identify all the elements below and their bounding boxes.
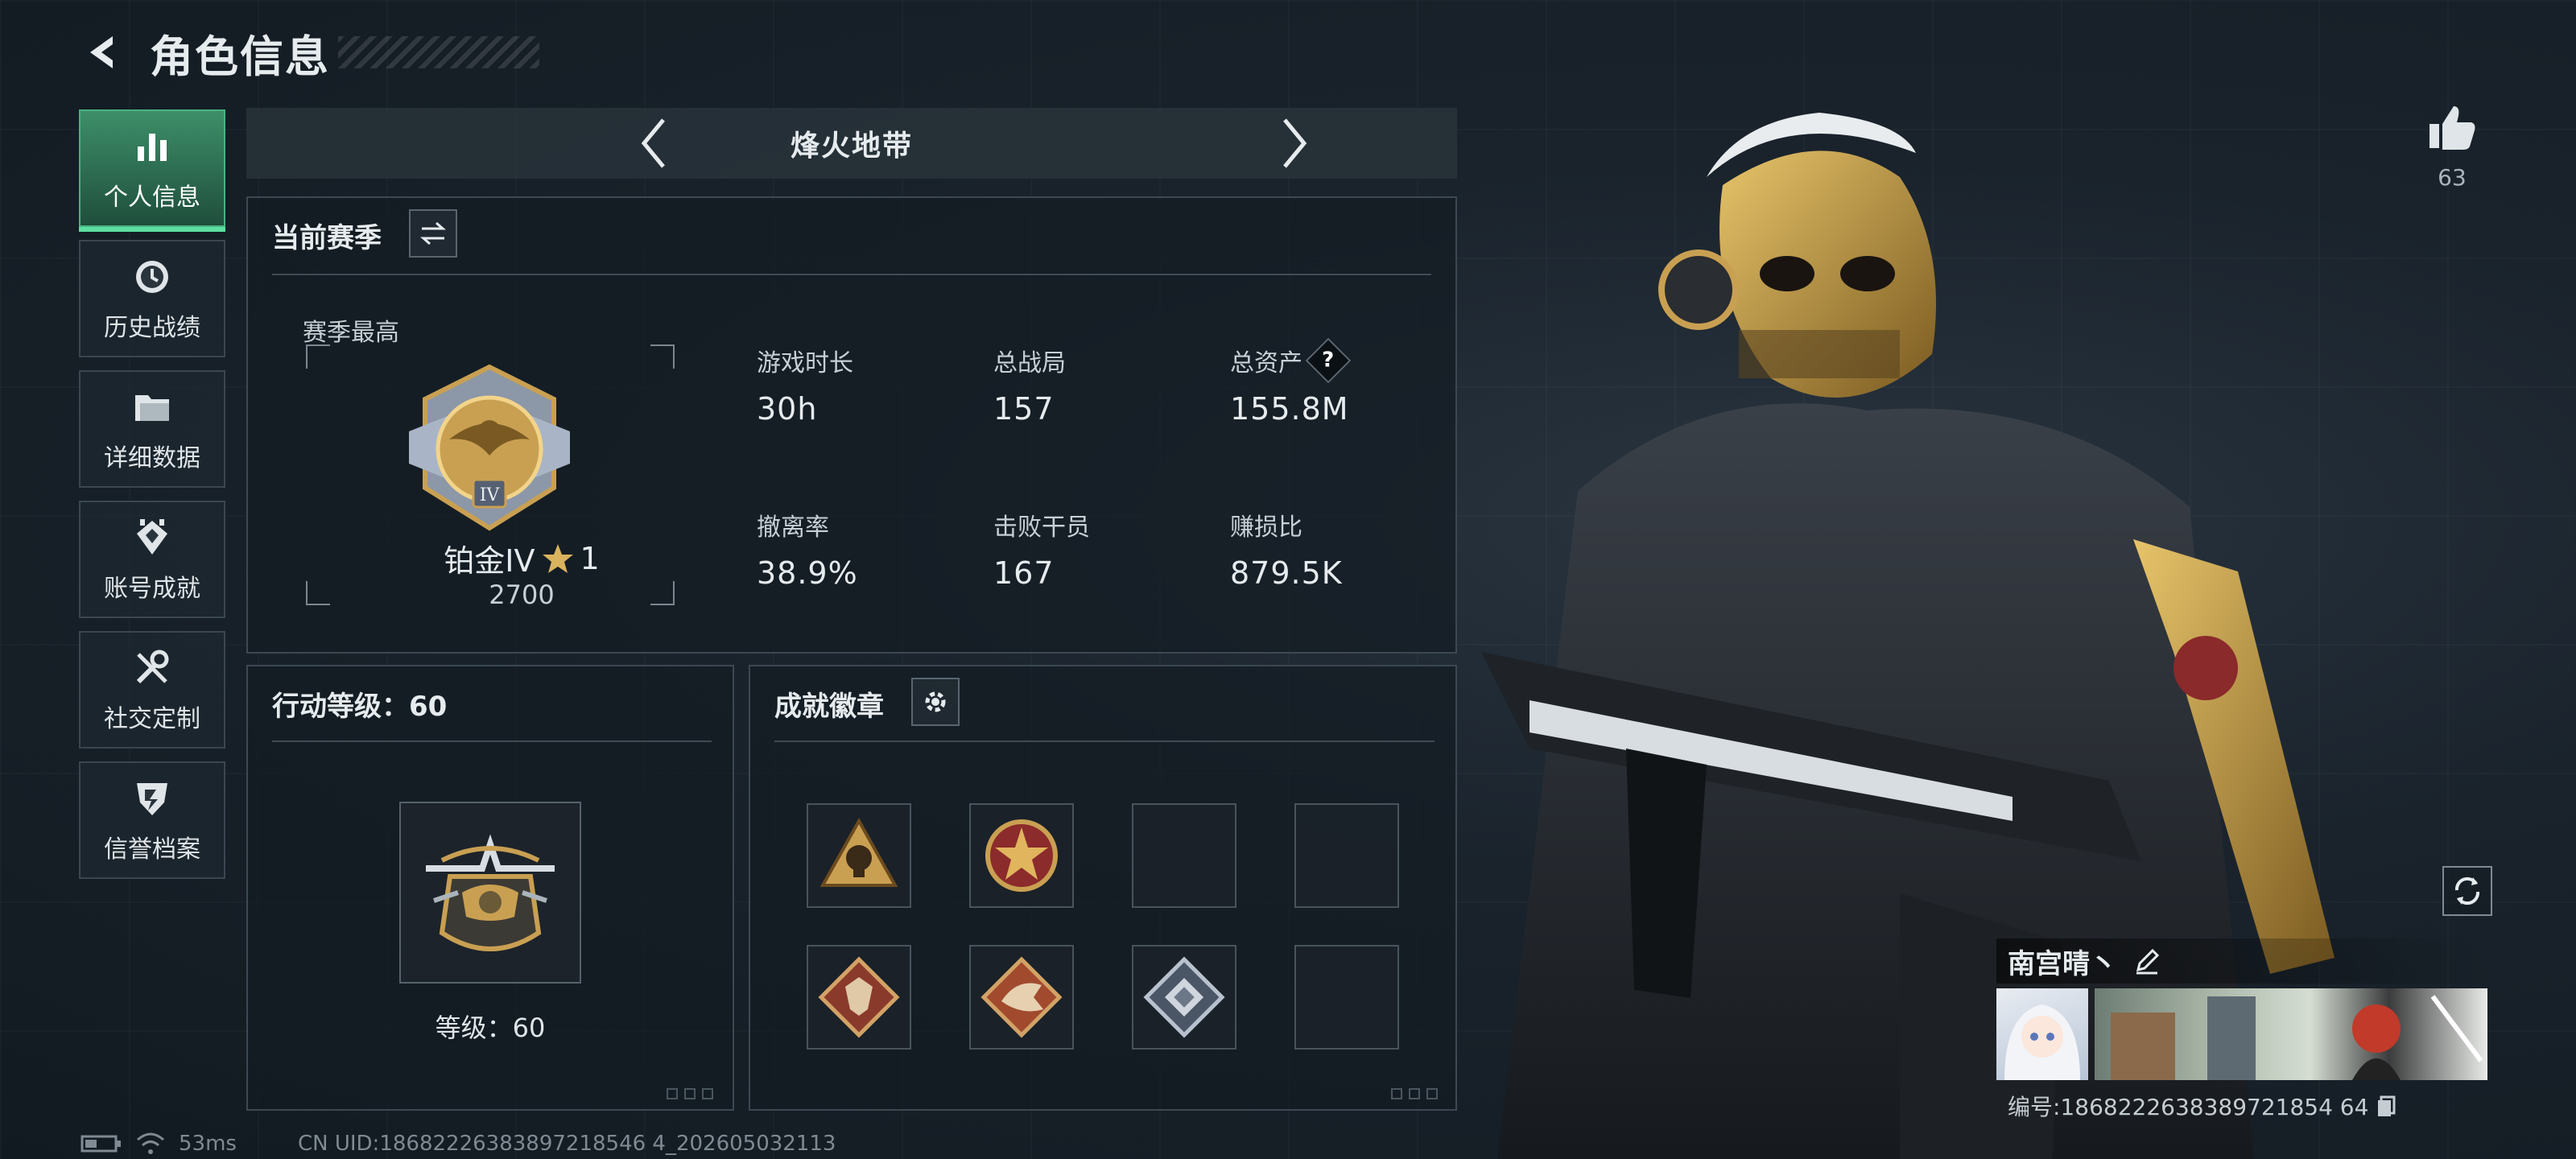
like-count: 63 (2438, 164, 2467, 191)
ping-value: 53ms (179, 1132, 237, 1156)
chevron-left-icon[interactable] (630, 111, 678, 175)
rank-name: 铂金IV 1 (409, 536, 634, 580)
stat-value: 157 (993, 391, 1055, 427)
profile-banner[interactable] (2095, 988, 2487, 1080)
level-emblem-frame[interactable] (399, 802, 581, 984)
refresh-icon (2454, 876, 2480, 905)
badge-slot-empty[interactable] (1132, 803, 1236, 908)
sidebar-item-label: 个人信息 (104, 184, 200, 212)
season-panel: 当前赛季 赛季最高 IV 铂金IV 1 2700 游戏时长 30h 总战局 15… (246, 196, 1457, 654)
swap-icon (420, 221, 446, 245)
badge-slot[interactable] (807, 945, 911, 1050)
stat-total-matches: 总战局 157 (993, 343, 1066, 427)
sidebar: 个人信息 历史战绩 详细数据 账号成就 社交定制 信誉档案 (79, 109, 227, 892)
sidebar-item-achievements[interactable]: 账号成就 (79, 501, 225, 618)
stat-value: 30h (757, 391, 818, 427)
sidebar-item-detailed-data[interactable]: 详细数据 (79, 370, 225, 488)
stat-operators-defeated: 击败干员 167 (993, 507, 1090, 591)
thumbs-up-icon (2429, 106, 2475, 150)
folder-icon (130, 385, 175, 430)
wolf-diamond-badge-icon (818, 956, 900, 1038)
badge-slot[interactable] (969, 803, 1074, 908)
rank-score: 2700 (489, 580, 555, 610)
raptor-diamond-badge-icon (980, 956, 1063, 1038)
rank-stars: 1 (580, 540, 600, 576)
avatar[interactable] (1996, 988, 2088, 1080)
level-label: 等级：60 (435, 1013, 546, 1043)
season-title: 当前赛季 (272, 222, 382, 254)
stat-value: 167 (993, 555, 1055, 591)
gear-icon (925, 691, 946, 712)
page-title: 角色信息 (150, 31, 330, 82)
refresh-button[interactable] (2442, 866, 2492, 916)
sidebar-item-label: 详细数据 (104, 444, 200, 472)
rank-tier: 铂金IV (444, 543, 535, 579)
sidebar-item-label: 社交定制 (104, 705, 200, 733)
sidebar-item-match-history[interactable]: 历史战绩 (79, 240, 225, 357)
badge-slot[interactable] (1132, 945, 1236, 1050)
rank-emblem-icon: IV (393, 359, 586, 536)
divider (272, 274, 1431, 275)
skull-triangle-badge-icon (819, 817, 898, 887)
edit-pencil-icon[interactable] (2133, 947, 2161, 975)
battery-icon (80, 1135, 121, 1153)
badge-slot[interactable] (969, 945, 1074, 1050)
frame-corner (306, 581, 330, 605)
stat-label: 总战局 (993, 349, 1066, 377)
corner-decoration (667, 1088, 713, 1099)
player-name: 南宫晴丶 (2008, 947, 2117, 980)
sidebar-item-label: 信誉档案 (104, 835, 200, 864)
status-footer: 53ms CN UID:18682226383897218546 4_20260… (80, 1132, 836, 1156)
profile-card: 南宫晴丶 编号:1868222638389721854 64 (1996, 938, 2496, 1122)
like-button[interactable]: 63 (2423, 101, 2481, 191)
divider (272, 740, 712, 742)
frame-corner (650, 344, 675, 369)
stat-label: 游戏时长 (757, 349, 853, 377)
clock-icon (130, 254, 175, 299)
player-id-row: 编号:1868222638389721854 64 (1996, 1090, 2496, 1122)
badge-slot[interactable] (807, 803, 911, 908)
page-header: 角色信息 (77, 24, 539, 82)
wifi-icon (137, 1132, 164, 1154)
sidebar-item-social-custom[interactable]: 社交定制 (79, 631, 225, 749)
stat-label: 撤离率 (757, 514, 829, 542)
switch-season-button[interactable] (409, 209, 457, 258)
bar-chart-icon (130, 124, 175, 169)
back-arrow-icon[interactable] (77, 28, 126, 76)
sidebar-item-label: 账号成就 (104, 575, 200, 603)
star-roundel-badge-icon (985, 819, 1058, 892)
action-level-panel: 行动等级：60 等级：60 (246, 665, 734, 1111)
stat-value: 38.9% (757, 555, 858, 591)
player-id: 编号:1868222638389721854 64 (2008, 1094, 2369, 1120)
profile-cards (1996, 988, 2496, 1080)
player-name-row: 南宫晴丶 (1996, 938, 2496, 984)
rank-emblem-numeral: IV (480, 485, 501, 505)
mode-name: 烽火地带 (790, 130, 913, 163)
badges-title: 成就徽章 (774, 691, 884, 723)
copy-icon[interactable] (2375, 1094, 2399, 1118)
stat-label: 击败干员 (993, 514, 1090, 542)
title-decoration (338, 36, 539, 68)
star-icon (542, 543, 573, 573)
season-best-label: 赛季最高 (303, 319, 399, 347)
uid-text: CN UID:18682226383897218546 4_2026050321… (297, 1132, 836, 1156)
sidebar-item-personal-info[interactable]: 个人信息 (79, 109, 225, 232)
frame-corner (306, 344, 330, 369)
shield-icon (130, 776, 175, 821)
mode-selector: 烽火地带 (246, 108, 1457, 179)
sidebar-item-credit-record[interactable]: 信誉档案 (79, 761, 225, 879)
stat-extract-rate: 撤离率 38.9% (757, 507, 858, 591)
sidebar-item-label: 历史战绩 (104, 314, 200, 342)
badge-settings-button[interactable] (911, 678, 960, 726)
frame-corner (650, 581, 675, 605)
action-level-title: 行动等级：60 (272, 691, 448, 723)
achievement-icon (130, 515, 175, 560)
tools-icon (130, 645, 175, 691)
helicopter-emblem-icon (426, 834, 555, 951)
crate-diamond-badge-icon (1143, 956, 1225, 1038)
stat-play-time: 游戏时长 30h (757, 343, 853, 427)
